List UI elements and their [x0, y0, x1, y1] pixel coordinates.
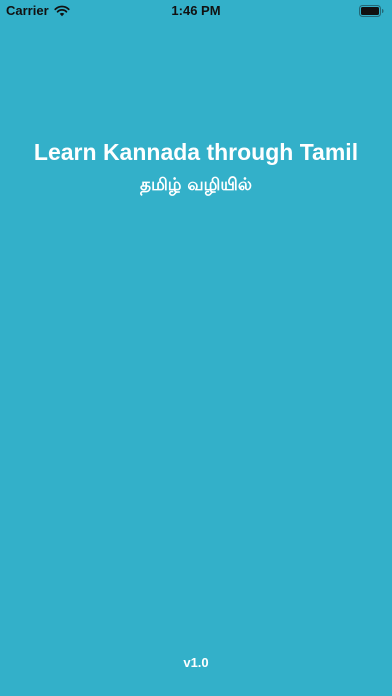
battery-icon	[359, 5, 384, 17]
status-time: 1:46 PM	[171, 3, 221, 18]
app-version: v1.0	[183, 655, 209, 670]
app-subtitle: தமிழ் வழியில்	[140, 175, 252, 195]
splash-content: Learn Kannada through Tamil தமிழ் வழியில…	[0, 137, 392, 196]
app-title: Learn Kannada through Tamil	[33, 139, 359, 165]
status-bar: Carrier 1:46 PM	[0, 0, 392, 22]
